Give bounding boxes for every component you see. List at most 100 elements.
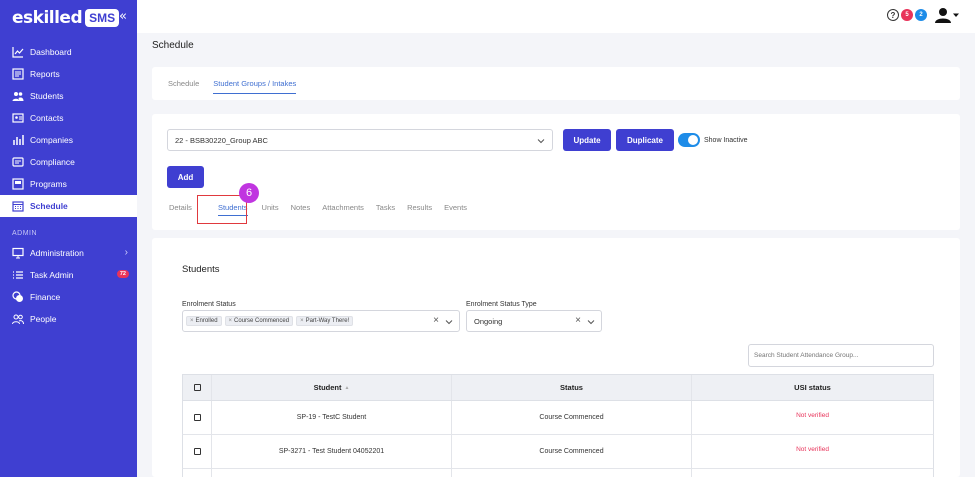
chip-course-commenced[interactable]: × Course Commenced (224, 316, 294, 326)
sidebar-item-compliance[interactable]: Compliance (0, 151, 137, 173)
table-row[interactable]: SP-19 - TestC Student Course Commenced N… (182, 401, 934, 435)
student-cell[interactable]: SP-19 - TestC Student (212, 401, 452, 434)
chip-label: Part-Way There! (305, 318, 350, 324)
search-attendance-input[interactable] (748, 344, 934, 367)
column-header-status[interactable]: Status (452, 375, 692, 400)
sidebar-item-students[interactable]: Students (0, 85, 137, 107)
monitor-icon (12, 247, 24, 259)
status-cell: Course Commenced (452, 435, 692, 468)
step-marker: 6 (239, 183, 259, 203)
status-cell: Course Commenced (452, 401, 692, 434)
status-type-value: Ongoing (474, 316, 503, 326)
column-header-student[interactable]: Student ▲ (212, 375, 452, 400)
sidebar-item-people[interactable]: People (0, 308, 137, 330)
collapse-sidebar-icon[interactable]: « (119, 9, 127, 24)
chip-part-way-there[interactable]: × Part-Way There! (296, 316, 354, 326)
sidebar-item-label: People (30, 314, 57, 324)
sidebar-item-label: Companies (30, 135, 73, 145)
clear-icon[interactable]: × (433, 315, 439, 326)
sidebar-item-label: Administration (30, 248, 84, 258)
status-type-label: Enrolment Status Type (466, 301, 537, 308)
remove-chip-icon[interactable]: × (190, 318, 194, 324)
row-checkbox[interactable] (193, 448, 201, 455)
calendar-icon (12, 200, 24, 212)
list-icon (12, 269, 24, 281)
notification-badge[interactable]: 2 (915, 9, 927, 21)
update-button[interactable]: Update (563, 129, 611, 151)
compliance-icon (12, 156, 24, 168)
sidebar-item-reports[interactable]: Reports (0, 63, 137, 85)
sort-icon[interactable]: ▲ (344, 385, 349, 391)
people-icon (12, 313, 24, 325)
select-all-cell (183, 375, 212, 400)
contact-card-icon (12, 112, 24, 124)
sidebar-item-task-admin[interactable]: Task Admin 72 (0, 264, 137, 286)
user-icon (935, 8, 951, 23)
usi-cell: Not verified (692, 401, 933, 434)
subtab-results[interactable]: Results (407, 203, 432, 212)
usi-status-text: Not verified (796, 446, 829, 453)
clear-icon[interactable]: × (575, 315, 581, 326)
students-title: Students (182, 264, 220, 275)
sidebar-item-administration[interactable]: Administration › (0, 242, 137, 264)
remove-chip-icon[interactable]: × (300, 318, 304, 324)
tab-student-groups[interactable]: Student Groups / Intakes (213, 79, 296, 94)
help-icon[interactable]: ? (887, 9, 899, 21)
subtab-notes[interactable]: Notes (291, 203, 311, 212)
chip-enrolled[interactable]: × Enrolled (186, 316, 222, 326)
usi-status-text: Not verified (796, 412, 829, 419)
user-menu[interactable] (935, 7, 959, 23)
row-checkbox[interactable] (193, 414, 201, 421)
group-select[interactable]: 22 - BSB30220_Group ABC (167, 129, 553, 151)
coins-icon (12, 291, 24, 303)
show-inactive-label: Show Inactive (704, 137, 748, 144)
usi-cell (692, 469, 933, 477)
topbar: ? 5 2 (137, 0, 975, 33)
chip-label: Enrolled (195, 318, 218, 324)
task-count-badge: 72 (116, 270, 129, 278)
subtab-units[interactable]: Units (262, 203, 279, 212)
logo-text: eskilled (12, 8, 83, 28)
sidebar-item-contacts[interactable]: Contacts (0, 107, 137, 129)
sidebar-item-label: Task Admin (30, 270, 74, 280)
show-inactive-toggle[interactable] (678, 133, 700, 147)
sidebar-item-programs[interactable]: Programs (0, 173, 137, 195)
logo[interactable]: eskilled SMS (12, 7, 120, 29)
subtab-events[interactable]: Events (444, 203, 467, 212)
chart-line-icon (12, 46, 24, 58)
users-icon (12, 90, 24, 102)
enrolment-status-select[interactable]: × Enrolled × Course Commenced × Part-Way Th… (182, 310, 460, 332)
alert-badge[interactable]: 5 (901, 9, 913, 21)
table-header: Student ▲ Status USI status (182, 374, 934, 401)
student-cell[interactable]: SP-3271 - Test Student 04052201 (212, 435, 452, 468)
duplicate-button[interactable]: Duplicate (616, 129, 674, 151)
table-row[interactable]: SP-3271 - Test Student 04052201 Course C… (182, 435, 934, 469)
bar-chart-icon (12, 134, 24, 146)
tab-schedule[interactable]: Schedule (168, 79, 199, 88)
subtab-attachments[interactable]: Attachments (322, 203, 364, 212)
chip-label: Course Commenced (234, 318, 290, 324)
sidebar-item-finance[interactable]: Finance (0, 286, 137, 308)
sidebar-item-label: Students (30, 91, 64, 101)
column-header-usi[interactable]: USI status (692, 375, 933, 400)
remove-chip-icon[interactable]: × (229, 318, 233, 324)
page-title: Schedule (152, 40, 194, 51)
caret-down-icon (953, 13, 959, 17)
add-button[interactable]: Add (167, 166, 204, 188)
sidebar-item-dashboard[interactable]: Dashboard (0, 41, 137, 63)
sidebar-item-label: Programs (30, 179, 67, 189)
sidebar-item-label: Contacts (30, 113, 64, 123)
status-type-select[interactable]: Ongoing × (466, 310, 602, 332)
sidebar-item-companies[interactable]: Companies (0, 129, 137, 151)
select-all-checkbox[interactable] (193, 384, 201, 391)
program-icon (12, 178, 24, 190)
students-table: Student ▲ Status USI status SP-19 - Test… (182, 374, 934, 477)
subtab-tasks[interactable]: Tasks (376, 203, 395, 212)
row-select-cell (183, 435, 212, 468)
sidebar-item-schedule[interactable]: Schedule (0, 195, 137, 217)
sidebar-item-label: Schedule (30, 201, 68, 211)
chevron-down-icon (587, 320, 595, 325)
sidebar-nav: Dashboard Reports Students Contacts Comp… (0, 41, 137, 330)
subtab-details[interactable]: Details (169, 203, 192, 212)
logo-sms-badge: SMS (85, 9, 120, 27)
